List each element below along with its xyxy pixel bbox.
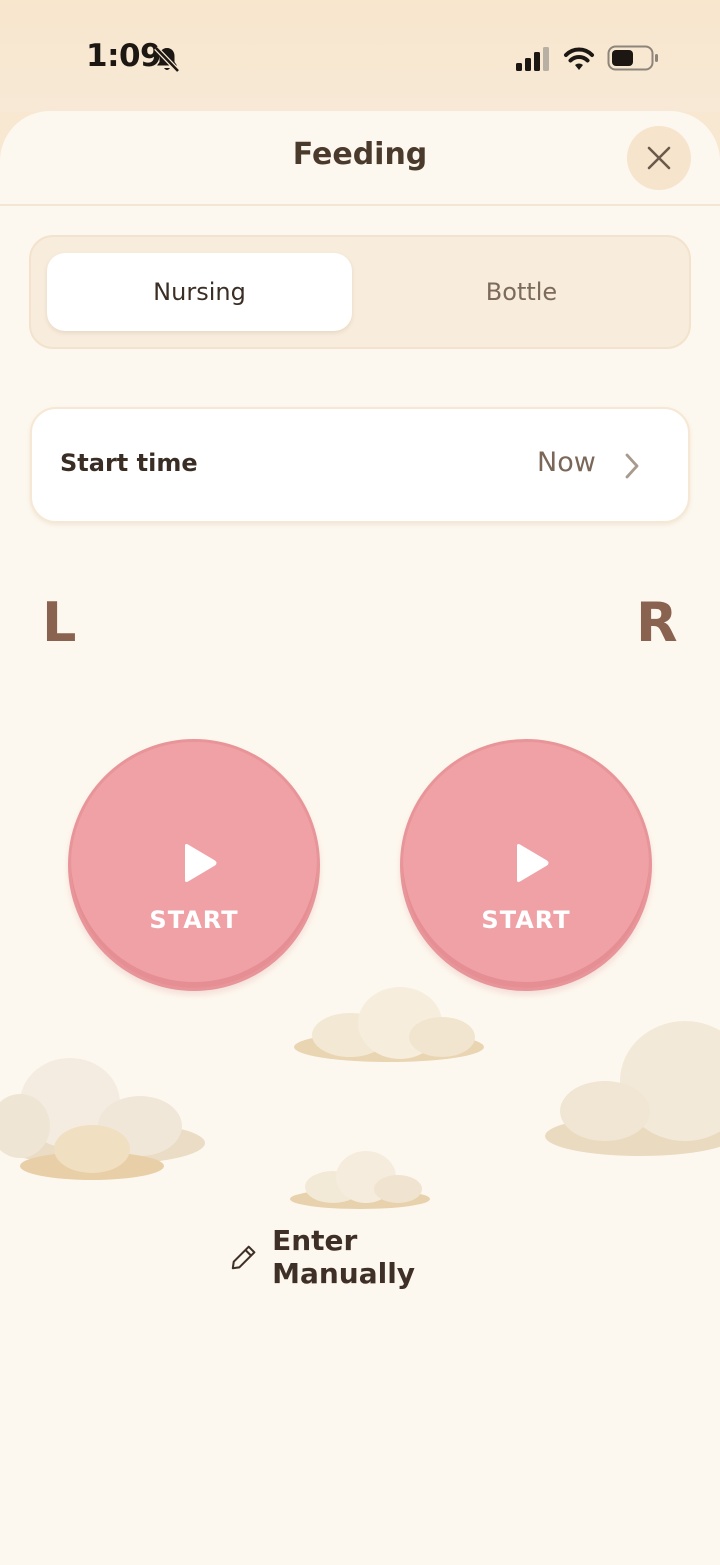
tab-bottle[interactable]: Bottle	[369, 253, 674, 331]
pencil-icon	[231, 1245, 256, 1270]
cloud-image	[545, 1011, 720, 1161]
start-time-row[interactable]: Start time Now	[30, 407, 690, 523]
wifi-icon	[564, 47, 594, 70]
cloud-image	[0, 1031, 210, 1181]
start-time-value: Now	[537, 447, 596, 478]
close-button[interactable]	[627, 126, 691, 190]
start-right-label: START	[481, 906, 571, 934]
cloud-image	[288, 1147, 433, 1211]
status-bar: 1:09	[0, 0, 720, 112]
cloud-image	[292, 983, 487, 1065]
start-left-label: START	[149, 906, 239, 934]
feeding-type-segmented-control: Nursing Bottle	[29, 235, 691, 349]
left-side-label: L	[42, 591, 77, 654]
play-icon	[185, 844, 217, 882]
battery-icon	[607, 45, 658, 71]
feeding-sheet: Feeding Nursing Bottle Start time Now L …	[0, 111, 720, 1565]
page-title: Feeding	[292, 137, 428, 172]
right-side-label: R	[636, 591, 678, 654]
cellular-signal-icon	[516, 47, 549, 71]
bell-slash-icon	[154, 46, 180, 73]
start-right-button[interactable]: START	[400, 739, 652, 991]
enter-manually-button[interactable]: Enter Manually	[230, 1224, 495, 1290]
start-left-button[interactable]: START	[68, 739, 320, 991]
tab-nursing[interactable]: Nursing	[47, 253, 352, 331]
play-icon	[517, 844, 549, 882]
header-divider	[0, 204, 720, 206]
close-icon	[647, 146, 671, 170]
chevron-right-icon	[625, 453, 639, 479]
enter-manually-label: Enter Manually	[272, 1224, 416, 1290]
status-time: 1:09	[86, 38, 162, 74]
start-time-label: Start time	[60, 449, 198, 477]
